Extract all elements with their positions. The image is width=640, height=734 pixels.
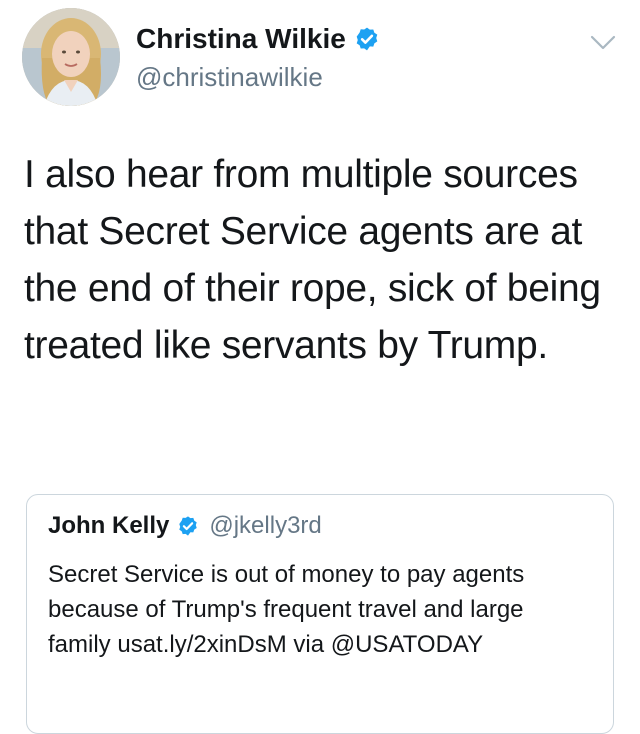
chevron-down-icon[interactable] [590,34,616,52]
quoted-author-handle: @jkelly3rd [209,512,322,539]
author-handle[interactable]: @christinawilkie [136,60,380,94]
avatar-photo-icon [22,8,120,106]
quoted-tweet-card[interactable]: John Kelly @jkelly3rd Secret Service is … [26,494,614,734]
tweet[interactable]: Christina Wilkie @christinawilkie I also… [0,0,640,734]
tweet-header: Christina Wilkie @christinawilkie [22,8,622,108]
verified-badge-icon [354,26,380,52]
author-block[interactable]: Christina Wilkie @christinawilkie [136,22,380,94]
tweet-text: I also hear from multiple sources that S… [24,153,601,367]
quoted-tweet-text: Secret Service is out of money to pay ag… [48,561,525,658]
author-display-name[interactable]: Christina Wilkie [136,22,346,56]
verified-badge-icon [177,515,199,537]
quoted-author-name: John Kelly [48,512,170,539]
quoted-tweet-header: John Kelly @jkelly3rd [48,512,322,540]
author-name-row: Christina Wilkie [136,22,380,56]
avatar[interactable] [22,8,120,106]
